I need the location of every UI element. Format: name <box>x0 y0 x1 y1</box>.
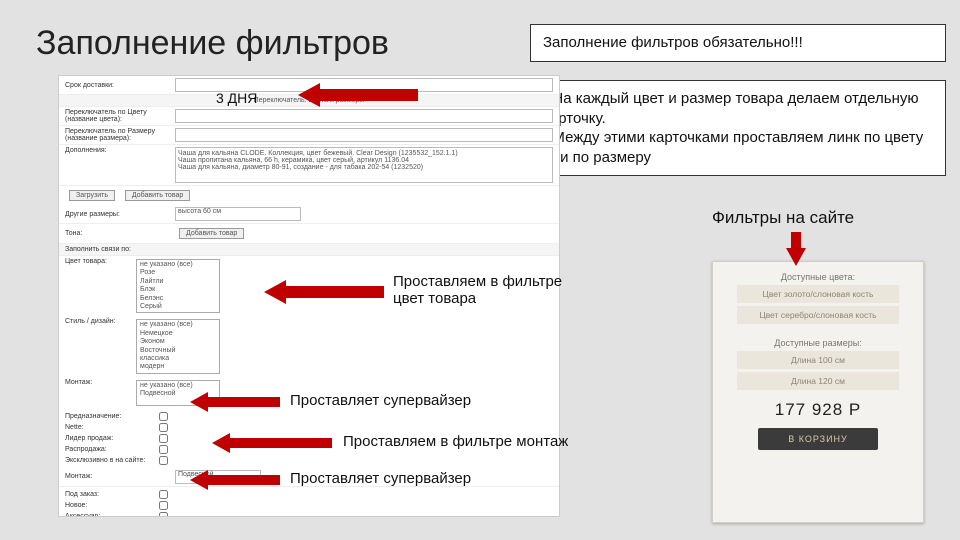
feat1: Предназначение: <box>65 413 155 420</box>
chip-color-1[interactable]: Цвет золото/слоновая кость <box>737 285 899 303</box>
desc-label: Дополнения: <box>65 147 175 154</box>
arrow-icon <box>190 392 280 412</box>
feat3-checkbox[interactable] <box>159 434 168 443</box>
feat4-checkbox[interactable] <box>159 445 168 454</box>
color-listbox[interactable]: не указано (все) Розе Лайтли Блэк Белэнс… <box>136 259 220 313</box>
callout-supervisor-2: Проставляет супервайзер <box>290 470 471 487</box>
fill-label: Заполнить связи по: <box>65 246 175 253</box>
link-cvet-label: Переключатель по Цвету (название цвета): <box>65 109 175 123</box>
arrow-icon <box>264 280 384 304</box>
montage-label: Монтаж: <box>65 379 135 407</box>
colors-label: Тона: <box>65 230 175 237</box>
arrow-icon <box>212 433 332 453</box>
style-label: Стиль / дизайн: <box>65 318 135 374</box>
link-size-label: Переключатель по Размеру (название разме… <box>65 128 175 142</box>
ck1-checkbox[interactable] <box>159 501 168 510</box>
bullet-2: • Между этими карточками проставляем лин… <box>543 128 933 167</box>
site-widget: Доступные цвета: Цвет золото/слоновая ко… <box>712 261 924 523</box>
page-title: Заполнение фильтров <box>36 24 389 63</box>
chip-size-1[interactable]: Длина 100 см <box>737 351 899 369</box>
style-listbox[interactable]: не указано (все) Немецкое Эконом Восточн… <box>136 319 220 373</box>
feat3: Лидер продаж: <box>65 435 155 442</box>
arrow-icon <box>190 470 280 490</box>
ck2: Аксессуар: <box>65 513 155 517</box>
days-label: 3 ДНЯ <box>216 90 257 106</box>
arrow-down-icon <box>786 232 806 266</box>
feat5-checkbox[interactable] <box>159 456 168 465</box>
sizes-field[interactable]: высота 60 см <box>175 207 301 221</box>
ck0-checkbox[interactable] <box>159 490 168 499</box>
arrow-icon <box>298 83 418 107</box>
callout-supervisor-1: Проставляет супервайзер <box>290 392 471 409</box>
sizes-label: Другие размеры: <box>65 211 175 218</box>
link-cvet-field[interactable] <box>175 109 553 123</box>
ck0: Под заказ: <box>65 491 155 498</box>
bullet-1: • На каждый цвет и размер товара делаем … <box>543 89 933 128</box>
feat5: Эксклюзивно в на сайте: <box>65 457 155 464</box>
chip-size-2[interactable]: Длина 120 см <box>737 372 899 390</box>
price: 177 928 Р <box>713 400 923 420</box>
cvet-label: Цвет товара: <box>65 258 135 314</box>
callout-montage: Проставляем в фильтре монтаж <box>343 433 568 450</box>
add-to-cart-button[interactable]: В КОРЗИНУ <box>758 428 878 450</box>
ck1: Новое: <box>65 502 155 509</box>
chip-color-2[interactable]: Цвет серебро/слоновая кость <box>737 306 899 324</box>
srok-label: Срок доставки: <box>65 82 175 89</box>
feat1-checkbox[interactable] <box>159 412 168 421</box>
colors-add-button[interactable]: Добавить товар <box>179 228 244 239</box>
ck2-checkbox[interactable] <box>159 512 168 517</box>
callout-color: Проставляем в фильтре цвет товара <box>393 273 593 307</box>
feat4: Распродажа: <box>65 446 155 453</box>
sec-sizes: Доступные размеры: <box>713 338 923 348</box>
sec-colors: Доступные цвета: <box>713 272 923 282</box>
upload-button[interactable]: Загрузить <box>69 190 115 201</box>
feat2-checkbox[interactable] <box>159 423 168 432</box>
add-item-button[interactable]: Добавить товар <box>125 190 190 201</box>
desc-text[interactable]: Чаша для кальяна CLODE. Коллекция, цвет … <box>175 147 553 183</box>
status-label: Монтаж: <box>65 473 175 480</box>
feat2: Nette: <box>65 424 155 431</box>
filters-caption: Фильтры на сайте <box>712 208 854 228</box>
note-bullets: • На каждый цвет и размер товара делаем … <box>530 80 946 176</box>
link-size-field[interactable] <box>175 128 553 142</box>
note-mandatory: Заполнение фильтров обязательно!!! <box>530 24 946 62</box>
slide: Заполнение фильтров Заполнение фильтров … <box>0 0 960 540</box>
